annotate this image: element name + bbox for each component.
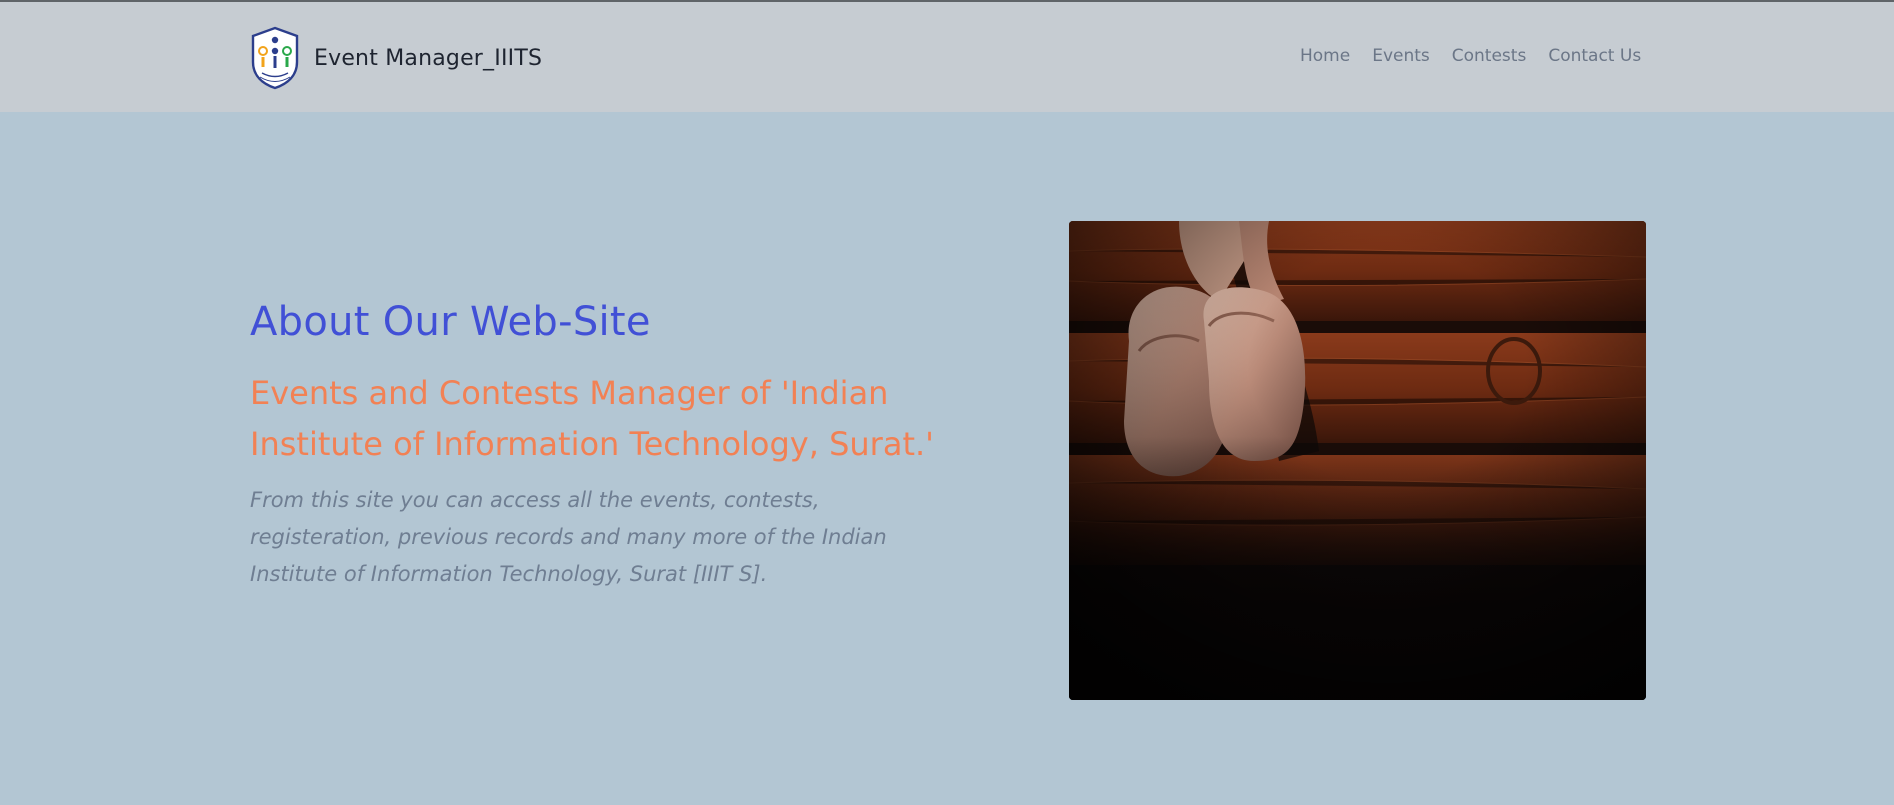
nav-link-contact-us[interactable]: Contact Us [1548, 46, 1641, 66]
iiit-surat-crest-icon [251, 26, 299, 90]
brand-name[interactable]: Event Manager_IIITS [314, 46, 542, 71]
about-description: From this site you can access all the ev… [250, 488, 887, 586]
nav-link-contests[interactable]: Contests [1452, 46, 1527, 66]
navbar: Event Manager_IIITS Home Events Contests… [0, 2, 1894, 112]
main-nav: Home Events Contests Contact Us [1300, 46, 1641, 66]
brand[interactable]: Event Manager_IIITS [250, 26, 542, 90]
nav-link-events[interactable]: Events [1372, 46, 1430, 66]
about-subtitle: Events and Contests Manager of 'Indian I… [250, 374, 934, 463]
ballet-shoes-photo [1069, 221, 1646, 700]
nav-link-home[interactable]: Home [1300, 46, 1350, 66]
about-section: About Our Web-Site Events and Contests M… [250, 294, 950, 593]
about-title: About Our Web-Site [250, 299, 651, 345]
